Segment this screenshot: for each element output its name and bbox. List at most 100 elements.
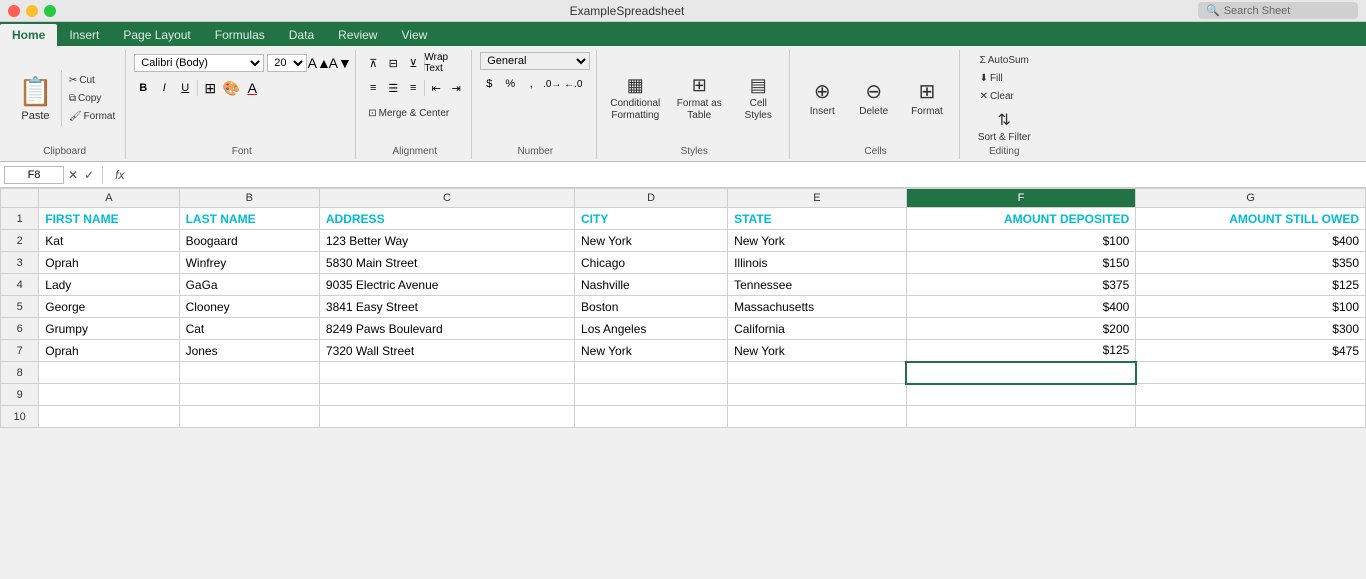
tab-review[interactable]: Review [326, 24, 389, 46]
row-num-5[interactable]: 5 [1, 296, 39, 318]
merge-center-button[interactable]: ⊡ Merge & Center [364, 105, 453, 121]
format-button[interactable]: ⊞ Format [901, 70, 953, 126]
row-num-1[interactable]: 1 [1, 208, 39, 230]
cell-g6[interactable]: $300 [1136, 318, 1366, 340]
indent-increase-button[interactable]: ⇥ [447, 79, 465, 97]
tab-page-layout[interactable]: Page Layout [111, 24, 202, 46]
cut-button[interactable]: ✂ Cut [65, 72, 119, 88]
cell-c7[interactable]: 7320 Wall Street [319, 340, 574, 362]
cell-a1[interactable]: FIRST NAME [39, 208, 179, 230]
align-middle-button[interactable]: ⊟ [384, 54, 402, 72]
cell-f3[interactable]: $150 [906, 252, 1136, 274]
currency-button[interactable]: $ [480, 75, 498, 93]
cell-f4[interactable]: $375 [906, 274, 1136, 296]
cell-styles-button[interactable]: ▤ Cell Styles [733, 70, 783, 126]
cell-f7[interactable]: $125 [906, 340, 1136, 362]
cell-g3[interactable]: $350 [1136, 252, 1366, 274]
cell-f10[interactable] [906, 406, 1136, 428]
align-right-button[interactable]: ≡ [404, 79, 422, 97]
cell-g5[interactable]: $100 [1136, 296, 1366, 318]
cell-e8[interactable] [728, 362, 907, 384]
cell-a3[interactable]: Oprah [39, 252, 179, 274]
tab-data[interactable]: Data [277, 24, 326, 46]
cell-a2[interactable]: Kat [39, 230, 179, 252]
cell-a7[interactable]: Oprah [39, 340, 179, 362]
font-color-button[interactable]: A [243, 79, 261, 97]
cell-g2[interactable]: $400 [1136, 230, 1366, 252]
cell-d7[interactable]: New York [575, 340, 728, 362]
align-left-button[interactable]: ≡ [364, 79, 382, 97]
italic-button[interactable]: I [155, 79, 173, 97]
cell-b9[interactable] [179, 384, 319, 406]
cell-e10[interactable] [728, 406, 907, 428]
cell-e9[interactable] [728, 384, 907, 406]
comma-button[interactable]: , [522, 75, 540, 93]
cell-a6[interactable]: Grumpy [39, 318, 179, 340]
cell-f5[interactable]: $400 [906, 296, 1136, 318]
minimize-button[interactable] [26, 5, 38, 17]
cell-c5[interactable]: 3841 Easy Street [319, 296, 574, 318]
percent-button[interactable]: % [501, 75, 519, 93]
cell-c8[interactable] [319, 362, 574, 384]
cell-c9[interactable] [319, 384, 574, 406]
row-num-3[interactable]: 3 [1, 252, 39, 274]
cell-a9[interactable] [39, 384, 179, 406]
increase-decimal-button[interactable]: .0→ [543, 75, 561, 93]
cell-g7[interactable]: $475 [1136, 340, 1366, 362]
row-num-6[interactable]: 6 [1, 318, 39, 340]
cell-e4[interactable]: Tennessee [728, 274, 907, 296]
cell-b2[interactable]: Boogaard [179, 230, 319, 252]
row-num-9[interactable]: 9 [1, 384, 39, 406]
clear-button[interactable]: ✕ Clear [976, 88, 1018, 104]
cell-a4[interactable]: Lady [39, 274, 179, 296]
format-as-table-button[interactable]: ⊞ Format as Table [669, 70, 729, 126]
insert-button[interactable]: ⊕ Insert [798, 70, 846, 126]
row-num-4[interactable]: 4 [1, 274, 39, 296]
col-header-c[interactable]: C [319, 189, 574, 208]
cell-d10[interactable] [575, 406, 728, 428]
cell-b7[interactable]: Jones [179, 340, 319, 362]
cell-g4[interactable]: $125 [1136, 274, 1366, 296]
cell-reference-input[interactable] [4, 166, 64, 184]
cell-d1[interactable]: CITY [575, 208, 728, 230]
align-bottom-button[interactable]: ⊻ [404, 54, 422, 72]
tab-view[interactable]: View [389, 24, 439, 46]
cell-c4[interactable]: 9035 Electric Avenue [319, 274, 574, 296]
cell-e2[interactable]: New York [728, 230, 907, 252]
align-center-button[interactable]: ☰ [384, 79, 402, 97]
cell-g10[interactable] [1136, 406, 1366, 428]
underline-button[interactable]: U [176, 79, 194, 97]
cell-g9[interactable] [1136, 384, 1366, 406]
border-button[interactable]: ⊞ [201, 79, 219, 97]
cell-b1[interactable]: LAST NAME [179, 208, 319, 230]
cell-g1[interactable]: AMOUNT STILL OWED [1136, 208, 1366, 230]
cell-b6[interactable]: Cat [179, 318, 319, 340]
cell-d4[interactable]: Nashville [575, 274, 728, 296]
row-num-2[interactable]: 2 [1, 230, 39, 252]
cell-b5[interactable]: Clooney [179, 296, 319, 318]
col-header-g[interactable]: G [1136, 189, 1366, 208]
maximize-button[interactable] [44, 5, 56, 17]
number-format-select[interactable]: General [480, 52, 590, 70]
cell-d3[interactable]: Chicago [575, 252, 728, 274]
cell-b8[interactable] [179, 362, 319, 384]
sort-filter-button[interactable]: ⇅ Sort & Filter [968, 108, 1041, 144]
tab-formulas[interactable]: Formulas [203, 24, 277, 46]
cell-f8[interactable] [906, 362, 1136, 384]
cell-a8[interactable] [39, 362, 179, 384]
wrap-text-button[interactable]: Wrap Text [427, 54, 445, 72]
cell-c6[interactable]: 8249 Paws Boulevard [319, 318, 574, 340]
row-num-8[interactable]: 8 [1, 362, 39, 384]
cell-f1[interactable]: AMOUNT DEPOSITED [906, 208, 1136, 230]
decrease-font-button[interactable]: A▼ [331, 54, 349, 72]
cell-e3[interactable]: Illinois [728, 252, 907, 274]
decrease-decimal-button[interactable]: ←.0 [564, 75, 582, 93]
cell-d5[interactable]: Boston [575, 296, 728, 318]
cell-f9[interactable] [906, 384, 1136, 406]
cell-f6[interactable]: $200 [906, 318, 1136, 340]
font-size-select[interactable]: 20 [267, 54, 307, 72]
formula-input[interactable] [132, 168, 1362, 182]
conditional-formatting-button[interactable]: ▦ Conditional Formatting [605, 70, 665, 126]
bold-button[interactable]: B [134, 79, 152, 97]
fill-button[interactable]: ⬇ Fill [976, 70, 1007, 86]
